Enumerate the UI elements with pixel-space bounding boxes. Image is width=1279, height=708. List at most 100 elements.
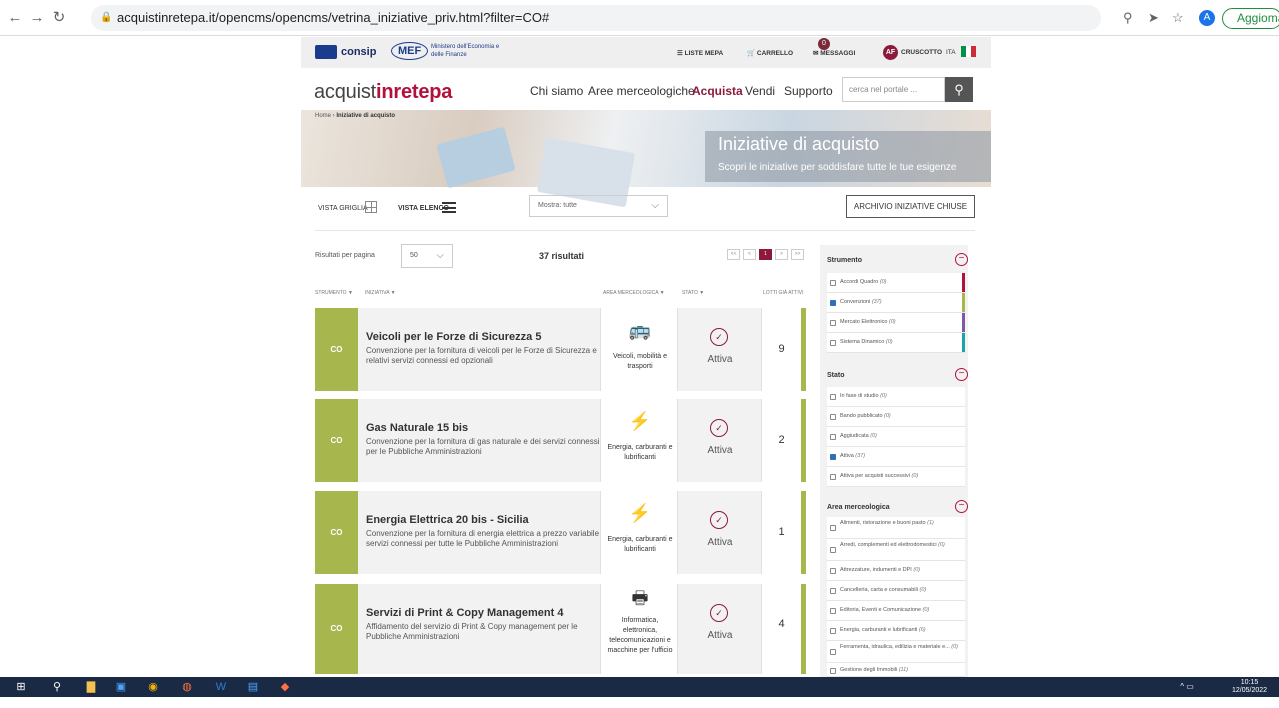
filter-item[interactable]: Attiva (37) xyxy=(827,447,965,467)
collapse-icon[interactable]: − xyxy=(955,368,968,381)
nav-acquista[interactable]: Acquista xyxy=(692,84,743,98)
language-selector[interactable]: ITA xyxy=(946,49,956,56)
back-icon[interactable]: ← xyxy=(6,9,24,27)
word-icon[interactable]: W xyxy=(214,680,228,694)
filter-item[interactable]: Gestione degli Immobili (11) xyxy=(827,663,965,677)
nav-aree-merceologiche[interactable]: Aree merceologiche xyxy=(588,84,695,98)
carrello-link[interactable]: 🛒 CARRELLO xyxy=(747,49,793,57)
messaggi-link[interactable]: ✉ MESSAGGI xyxy=(813,49,855,57)
col-iniziativa[interactable]: INIZIATIVA ▼ xyxy=(365,290,396,296)
filter-item[interactable]: Bando pubblicato (0) xyxy=(827,407,965,427)
app-icon-2[interactable]: ◆ xyxy=(278,680,292,694)
nav-supporto[interactable]: Supporto xyxy=(784,84,833,98)
filter-item[interactable]: Sistema Dinamico (0) xyxy=(827,333,965,353)
table-row[interactable]: CO Servizi di Print & Copy Management 4 … xyxy=(315,584,806,674)
file-explorer-icon[interactable]: ▇ xyxy=(84,680,98,694)
page-next[interactable]: > xyxy=(775,249,788,260)
filter-item[interactable]: Cancelleria, carta e consumabili (0) xyxy=(827,581,965,601)
page-first[interactable]: << xyxy=(727,249,740,260)
filter-item[interactable]: Attrezzature, indumenti e DPI (0) xyxy=(827,561,965,581)
checkbox[interactable] xyxy=(830,394,836,400)
bookmark-star-icon[interactable]: ☆ xyxy=(1172,9,1184,27)
filter-item[interactable]: Alimenti, ristorazione e buoni pasto (1) xyxy=(827,517,965,539)
clock[interactable]: 10:15 12/05/2022 xyxy=(1232,679,1267,695)
per-pagina-select[interactable]: 50 ⌵ xyxy=(401,244,453,268)
app-icon[interactable]: ▣ xyxy=(114,680,128,694)
checkbox[interactable] xyxy=(830,474,836,480)
search-icon[interactable]: ⚲ xyxy=(50,680,64,694)
filter-item[interactable]: Attiva per acquisti successivi (0) xyxy=(827,467,965,487)
row-title[interactable]: Servizi di Print & Copy Management 4 xyxy=(366,607,563,619)
windows-start-icon[interactable]: ⊞ xyxy=(14,680,28,694)
table-row[interactable]: CO Veicoli per le Forze di Sicurezza 5 C… xyxy=(315,308,806,391)
checkbox[interactable] xyxy=(830,340,836,346)
send-icon[interactable]: ➤ xyxy=(1148,9,1159,27)
checkbox[interactable] xyxy=(830,608,836,614)
checkbox[interactable] xyxy=(830,628,836,634)
list-icon[interactable] xyxy=(442,202,456,213)
liste-mepa-link[interactable]: ☰ LISTE MEPA xyxy=(677,49,723,57)
filter-stato-title: Stato xyxy=(827,372,845,379)
row-title[interactable]: Veicoli per le Forze di Sicurezza 5 xyxy=(366,331,541,343)
checkbox[interactable] xyxy=(830,434,836,440)
photos-icon[interactable]: ▤ xyxy=(246,680,260,694)
vista-griglia-button[interactable]: VISTA GRIGLIA xyxy=(318,205,368,212)
checkbox[interactable] xyxy=(830,414,836,420)
filter-item[interactable]: Mercato Elettronico (0) xyxy=(827,313,965,333)
chrome-icon[interactable]: ◉ xyxy=(146,680,160,694)
checkbox[interactable] xyxy=(830,668,836,674)
checkbox[interactable] xyxy=(830,320,836,326)
filter-item[interactable]: Aggiudicata (0) xyxy=(827,427,965,447)
page-last[interactable]: >> xyxy=(791,249,804,260)
row-title[interactable]: Energia Elettrica 20 bis - Sicilia xyxy=(366,514,529,526)
row-title[interactable]: Gas Naturale 15 bis xyxy=(366,422,468,434)
filter-item[interactable]: Ferramenta, idraulica, edilizia e materi… xyxy=(827,641,965,663)
table-row[interactable]: CO Energia Elettrica 20 bis - Sicilia Co… xyxy=(315,491,806,574)
page-current[interactable]: 1 xyxy=(759,249,772,260)
checkbox[interactable] xyxy=(830,568,836,574)
filter-item[interactable]: Arredi, complementi ed elettrodomestici … xyxy=(827,539,965,561)
archivio-button[interactable]: ARCHIVIO INIZIATIVE CHIUSE xyxy=(846,195,975,218)
checkbox[interactable] xyxy=(830,649,836,655)
cruscotto-link[interactable]: CRUSCOTTO xyxy=(901,49,942,56)
nav-vendi[interactable]: Vendi xyxy=(745,84,775,98)
mef-logo[interactable]: MEF xyxy=(391,42,429,60)
filter-item[interactable]: In fase di studio (0) xyxy=(827,387,965,407)
checkbox[interactable] xyxy=(830,300,836,306)
checkbox[interactable] xyxy=(830,280,836,286)
search-icon[interactable]: ⚲ xyxy=(945,77,973,102)
update-button[interactable]: Aggioma xyxy=(1222,8,1279,29)
collapse-icon[interactable]: − xyxy=(955,500,968,513)
reload-icon[interactable]: ↻ xyxy=(50,9,68,27)
profile-avatar[interactable]: A xyxy=(1199,10,1215,26)
nav-chi-siamo[interactable]: Chi siamo xyxy=(530,84,583,98)
filter-count: (1) xyxy=(927,520,934,526)
site-logo[interactable]: acquistinretepa xyxy=(314,81,452,104)
checkbox[interactable] xyxy=(830,525,836,531)
collapse-icon[interactable]: − xyxy=(955,253,968,266)
zoom-icon[interactable]: ⚲ xyxy=(1123,9,1133,27)
checkbox[interactable] xyxy=(830,588,836,594)
mostra-select[interactable]: Mostra: tutte ⌵ xyxy=(529,195,668,217)
firefox-icon[interactable]: ◍ xyxy=(180,680,194,694)
checkbox[interactable] xyxy=(830,454,836,460)
forward-icon[interactable]: → xyxy=(28,9,46,27)
page-prev[interactable]: < xyxy=(743,249,756,260)
filter-item[interactable]: Accordi Quadro (0) xyxy=(827,273,965,293)
col-strumento[interactable]: STRUMENTO ▼ xyxy=(315,290,353,296)
col-area[interactable]: AREA MERCEOLOGICA ▼ xyxy=(603,290,665,296)
area-cell: 🖶 Informatica, elettronica, telecomunicaz… xyxy=(600,584,678,674)
consip-logo[interactable]: consip xyxy=(315,45,376,59)
filter-item[interactable]: Energia, carburanti e lubrificanti (6) xyxy=(827,621,965,641)
search-input[interactable]: cerca nel portale ... xyxy=(842,77,945,102)
breadcrumb-home[interactable]: Home xyxy=(315,113,331,119)
table-row[interactable]: CO Gas Naturale 15 bis Convenzione per l… xyxy=(315,399,806,482)
address-bar[interactable]: 🔒 acquistinretepa.it/opencms/opencms/vet… xyxy=(91,5,1101,31)
grid-icon[interactable] xyxy=(365,201,377,213)
tray-icons[interactable]: ^ ▭ ◁ xyxy=(1180,680,1194,705)
user-avatar[interactable]: AF xyxy=(883,45,898,60)
col-stato[interactable]: STATO ▼ xyxy=(682,290,704,296)
filter-item[interactable]: Convenzioni (37) xyxy=(827,293,965,313)
checkbox[interactable] xyxy=(830,547,836,553)
filter-item[interactable]: Editoria, Eventi e Comunicazione (0) xyxy=(827,601,965,621)
